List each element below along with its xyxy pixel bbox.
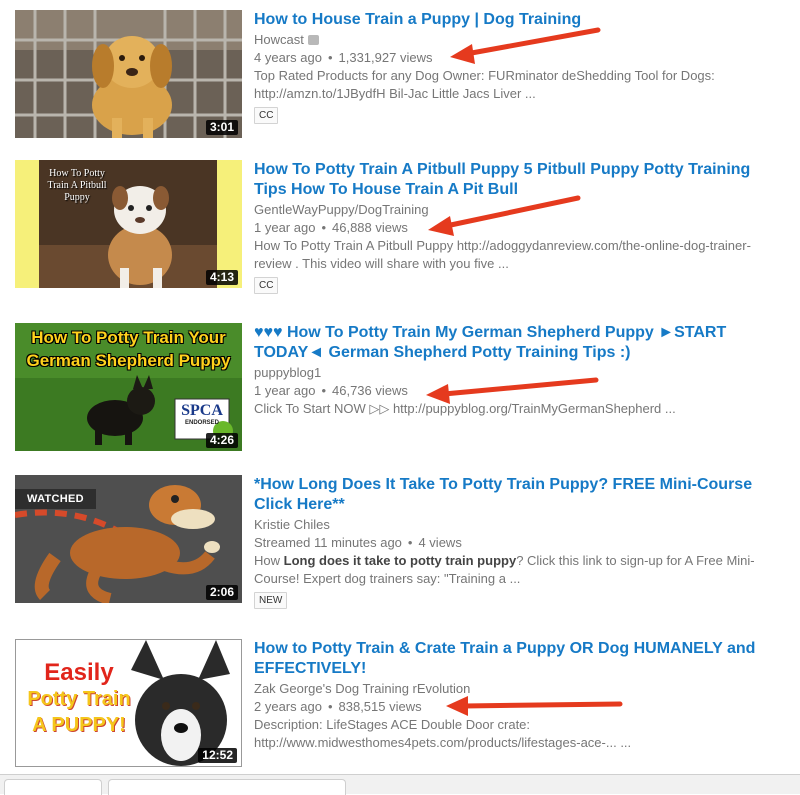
search-result[interactable]: How To Potty Train Your German Shepherd … <box>0 323 800 453</box>
thumbnail-caption-line: A PUPPY! <box>32 714 126 736</box>
video-duration: 4:13 <box>205 270 238 285</box>
description-highlight: Long does it take to potty train puppy <box>283 553 517 568</box>
view-count: 4 views <box>418 535 462 550</box>
search-result[interactable]: WATCHED 2:06 *How Long Does It Take To P… <box>0 475 800 609</box>
channel-name[interactable]: Kristie Chiles <box>254 516 774 534</box>
separator-dot: • <box>407 535 413 550</box>
video-description: Description: LifeStages ACE Double Door … <box>254 717 632 750</box>
video-title[interactable]: How to Potty Train & Crate Train a Puppy… <box>254 639 774 679</box>
video-meta: 4 years ago • 1,331,927 views <box>254 49 774 67</box>
thumbnail-caption: How To Potty Train Your German Shepherd … <box>15 326 242 372</box>
video-thumbnail[interactable]: How To Potty Train A Pitbull Puppy 4:13 <box>15 160 242 288</box>
search-result[interactable]: How To Potty Train A Pitbull Puppy 4:13 … <box>0 160 800 294</box>
search-result[interactable]: Easily Potty Train A PUPPY! 12:52 How to… <box>0 639 800 769</box>
view-count: 46,888 views <box>332 220 408 235</box>
separator-dot: • <box>321 220 326 235</box>
spca-logo-text: SPCA <box>181 402 223 419</box>
new-badge: NEW <box>254 592 288 609</box>
thumbnail-caption-line: Potty Train <box>27 688 131 710</box>
thumbnail-caption: How To Potty Train A Pitbull Puppy <box>47 168 107 203</box>
channel-name[interactable]: puppyblog1 <box>254 364 774 382</box>
video-thumbnail[interactable]: How To Potty Train Your German Shepherd … <box>15 323 242 451</box>
browser-bottom-bar <box>0 774 800 795</box>
cc-badge: CC <box>254 277 279 294</box>
channel-name[interactable]: GentleWayPuppy/DogTraining <box>254 201 774 219</box>
spca-logo: SPCA ENDORSED <box>177 403 227 427</box>
video-description: Top Rated Products for any Dog Owner: FU… <box>254 68 715 101</box>
video-title[interactable]: ♥♥♥ How To Potty Train My German Shepher… <box>254 323 774 363</box>
verified-icon <box>307 35 319 45</box>
thumbnail-caption: Easily Potty Train A PUPPY! <box>20 660 138 738</box>
separator-dot: • <box>327 699 333 714</box>
search-result[interactable]: 3:01 How to House Train a Puppy | Dog Tr… <box>0 10 800 140</box>
view-count: 838,515 views <box>338 699 422 714</box>
video-thumbnail[interactable]: WATCHED 2:06 <box>15 475 242 603</box>
video-thumbnail[interactable]: 3:01 <box>15 10 242 138</box>
puppy-in-crate-image <box>15 10 242 138</box>
video-title[interactable]: How to House Train a Puppy | Dog Trainin… <box>254 10 774 30</box>
upload-age: Streamed 11 minutes ago <box>254 535 402 550</box>
video-thumbnail[interactable]: Easily Potty Train A PUPPY! 12:52 <box>15 639 242 767</box>
video-duration: 4:26 <box>205 433 238 448</box>
video-meta: 1 year ago • 46,888 views <box>254 219 774 237</box>
channel-name[interactable]: Zak George's Dog Training rEvolution <box>254 680 774 698</box>
separator-dot: • <box>321 383 326 398</box>
video-title[interactable]: How To Potty Train A Pitbull Puppy 5 Pit… <box>254 160 774 200</box>
video-duration: 2:06 <box>205 585 238 600</box>
separator-dot: • <box>327 50 333 65</box>
watched-label: WATCHED <box>15 489 96 509</box>
video-meta: 1 year ago • 46,736 views <box>254 382 774 400</box>
thumbnail-caption-line: German Shepherd Puppy <box>26 351 231 370</box>
video-description: How Long does it take to potty train pup… <box>254 552 774 588</box>
video-duration: 3:01 <box>205 120 238 135</box>
thumbnail-caption-line: Easily <box>44 659 114 686</box>
description-text: How <box>254 553 284 568</box>
video-meta: Streamed 11 minutes ago • 4 views <box>254 534 774 552</box>
view-count: 1,331,927 views <box>338 50 433 65</box>
view-count: 46,736 views <box>332 383 408 398</box>
cc-badge: CC <box>254 107 279 124</box>
video-meta: 2 years ago • 838,515 views <box>254 698 774 716</box>
spca-logo-subtext: ENDORSED <box>184 420 219 426</box>
video-description: Click To Start NOW ▷▷ http://puppyblog.o… <box>254 401 676 416</box>
video-duration: 12:52 <box>198 748 237 763</box>
upload-age: 1 year ago <box>254 220 316 235</box>
video-description: How To Potty Train A Pitbull Puppy http:… <box>254 238 751 271</box>
upload-age: 1 year ago <box>254 383 316 398</box>
upload-age: 2 years ago <box>254 699 322 714</box>
channel-name-text[interactable]: Howcast <box>254 32 304 47</box>
upload-age: 4 years ago <box>254 50 322 65</box>
channel-name[interactable]: Howcast <box>254 31 774 49</box>
thumbnail-caption-line: How To Potty Train Your <box>31 328 226 347</box>
video-title[interactable]: *How Long Does It Take To Potty Train Pu… <box>254 475 774 515</box>
